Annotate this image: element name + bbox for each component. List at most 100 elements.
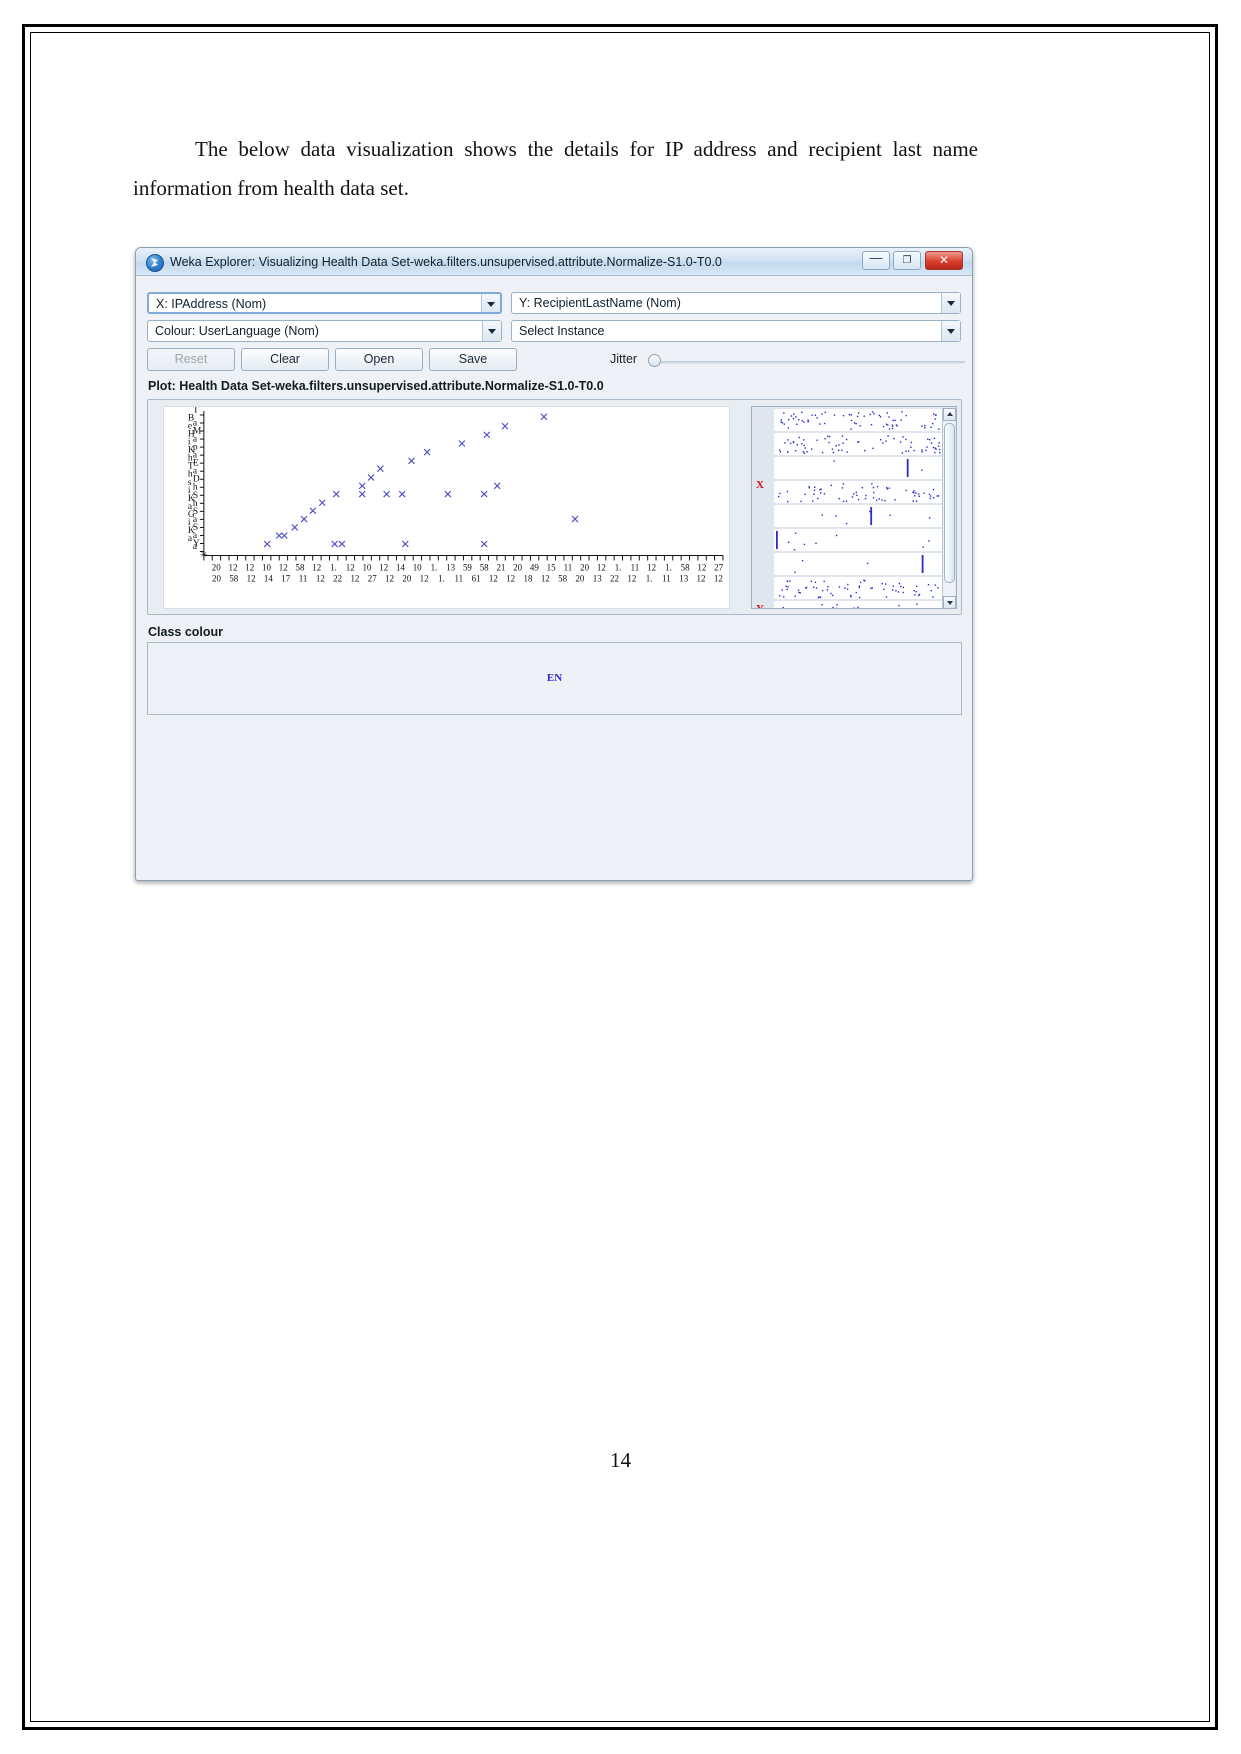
svg-text:17: 17: [281, 573, 290, 583]
class-colour-panel[interactable]: EN: [147, 642, 962, 715]
weka-explorer-window: Weka Explorer: Visualizing Health Data S…: [135, 247, 973, 881]
svg-text:12: 12: [489, 573, 498, 583]
chevron-down-icon[interactable]: [941, 293, 960, 313]
y-axis-marker: Y: [756, 603, 764, 609]
svg-text:13: 13: [679, 573, 688, 583]
attribute-scrollbar[interactable]: [942, 408, 956, 608]
window-title-bar[interactable]: Weka Explorer: Visualizing Health Data S…: [136, 248, 972, 276]
window-title: Weka Explorer: Visualizing Health Data S…: [170, 255, 722, 269]
x-attribute-value: X: IPAddress (Nom): [156, 297, 267, 311]
svg-text:12: 12: [697, 562, 706, 572]
svg-text:12: 12: [541, 573, 550, 583]
svg-text:12: 12: [312, 562, 321, 572]
attribute-strip-row[interactable]: [774, 577, 944, 599]
svg-text:10: 10: [362, 562, 371, 572]
svg-text:15: 15: [547, 562, 556, 572]
attribute-density-plot: [833, 459, 923, 477]
close-button[interactable]: ✕: [925, 251, 963, 270]
colour-attribute-value: Colour: UserLanguage (Nom): [155, 324, 319, 338]
svg-text:18: 18: [524, 573, 533, 583]
class-colour-value[interactable]: EN: [148, 672, 961, 684]
svg-text:58: 58: [681, 562, 690, 572]
svg-text:1.: 1.: [615, 562, 622, 572]
svg-text:20: 20: [402, 573, 411, 583]
svg-text:10: 10: [262, 562, 271, 572]
clear-button[interactable]: Clear: [241, 348, 329, 371]
svg-text:27: 27: [368, 573, 377, 583]
attribute-strip-row[interactable]: [774, 505, 944, 527]
reset-button[interactable]: Reset: [147, 348, 235, 371]
close-icon: ✕: [938, 253, 950, 267]
svg-text:1.: 1.: [431, 562, 438, 572]
svg-text:20: 20: [212, 562, 221, 572]
y-attribute-combo[interactable]: Y: RecipientLastName (Nom): [511, 292, 961, 314]
svg-text:12: 12: [647, 562, 656, 572]
svg-text:12: 12: [350, 573, 359, 583]
jitter-slider-track[interactable]: [652, 361, 965, 364]
chevron-down-icon[interactable]: [481, 294, 500, 312]
svg-text:58: 58: [295, 562, 304, 572]
svg-text:11: 11: [662, 573, 671, 583]
svg-text:12: 12: [346, 562, 355, 572]
attribute-strip-rows[interactable]: [774, 409, 944, 608]
svg-text:20: 20: [575, 573, 584, 583]
attribute-strips-panel[interactable]: X Y: [751, 406, 957, 609]
svg-text:58: 58: [229, 573, 238, 583]
scrollbar-thumb[interactable]: [944, 423, 955, 583]
svg-text:1.: 1.: [438, 573, 445, 583]
plot-panel: T Ba e M Ha i p Ka h E Ta h Ds h i S Kh a S Ga i S Ka a Ya ✳ 20 12 1…: [147, 399, 962, 615]
svg-text:12: 12: [385, 573, 394, 583]
svg-text:13: 13: [593, 573, 602, 583]
chevron-down-icon[interactable]: [482, 321, 501, 341]
scroll-up-icon[interactable]: [943, 408, 956, 421]
attribute-density-plot: [778, 579, 939, 599]
x-attribute-combo[interactable]: X: IPAddress (Nom): [147, 292, 502, 314]
scroll-down-icon[interactable]: [943, 596, 956, 608]
svg-text:12: 12: [247, 573, 256, 583]
minimize-button[interactable]: —: [862, 251, 890, 270]
class-colour-label: Class colour: [148, 625, 224, 639]
document-paragraph: The below data visualization shows the d…: [133, 130, 978, 208]
svg-text:21: 21: [496, 562, 505, 572]
attribute-density-plot: [780, 411, 940, 430]
scatter-plot-canvas[interactable]: T Ba e M Ha i p Ka h E Ta h Ds h i S Kh a S Ga i S Ka a Ya ✳ 20 12 1…: [163, 406, 730, 609]
x-axis-marker: X: [756, 479, 764, 491]
svg-text:59: 59: [463, 562, 472, 572]
jitter-label: Jitter: [610, 352, 638, 366]
colour-attribute-combo[interactable]: Colour: UserLanguage (Nom): [147, 320, 502, 342]
svg-text:12: 12: [697, 573, 706, 583]
attribute-strip-row[interactable]: [774, 433, 944, 455]
select-instance-value: Select Instance: [519, 324, 605, 338]
svg-text:12: 12: [279, 562, 288, 572]
open-button[interactable]: Open: [335, 348, 423, 371]
chevron-down-icon[interactable]: [941, 321, 960, 341]
attribute-strip-row[interactable]: [774, 457, 944, 479]
attribute-density-plot: [794, 555, 924, 573]
attribute-strip-row[interactable]: [774, 409, 944, 431]
svg-text:1.: 1.: [330, 562, 337, 572]
attribute-strip-row[interactable]: [774, 529, 944, 551]
svg-text:1.: 1.: [665, 562, 672, 572]
minimize-icon: —: [869, 250, 883, 265]
attribute-strip-row[interactable]: [774, 553, 944, 575]
select-instance-combo[interactable]: Select Instance: [511, 320, 961, 342]
svg-text:61: 61: [472, 573, 481, 583]
plot-title: Plot: Health Data Set-weka.filters.unsup…: [148, 379, 604, 393]
svg-text:12: 12: [379, 562, 388, 572]
maximize-button[interactable]: ❐: [893, 251, 921, 270]
svg-text:14: 14: [396, 562, 405, 572]
svg-text:11: 11: [631, 562, 640, 572]
svg-text:58: 58: [480, 562, 489, 572]
jitter-slider-knob[interactable]: [648, 354, 661, 367]
attribute-strip-row[interactable]: [774, 601, 944, 608]
attribute-density-plot: [778, 435, 941, 454]
svg-text:12: 12: [597, 562, 606, 572]
svg-text:11: 11: [564, 562, 573, 572]
svg-text:1.: 1.: [646, 573, 653, 583]
y-attribute-value: Y: RecipientLastName (Nom): [519, 296, 681, 310]
svg-text:12: 12: [506, 573, 515, 583]
attribute-strip-row[interactable]: [774, 481, 944, 503]
svg-text:13: 13: [446, 562, 455, 572]
svg-text:11: 11: [299, 573, 308, 583]
save-button[interactable]: Save: [429, 348, 517, 371]
